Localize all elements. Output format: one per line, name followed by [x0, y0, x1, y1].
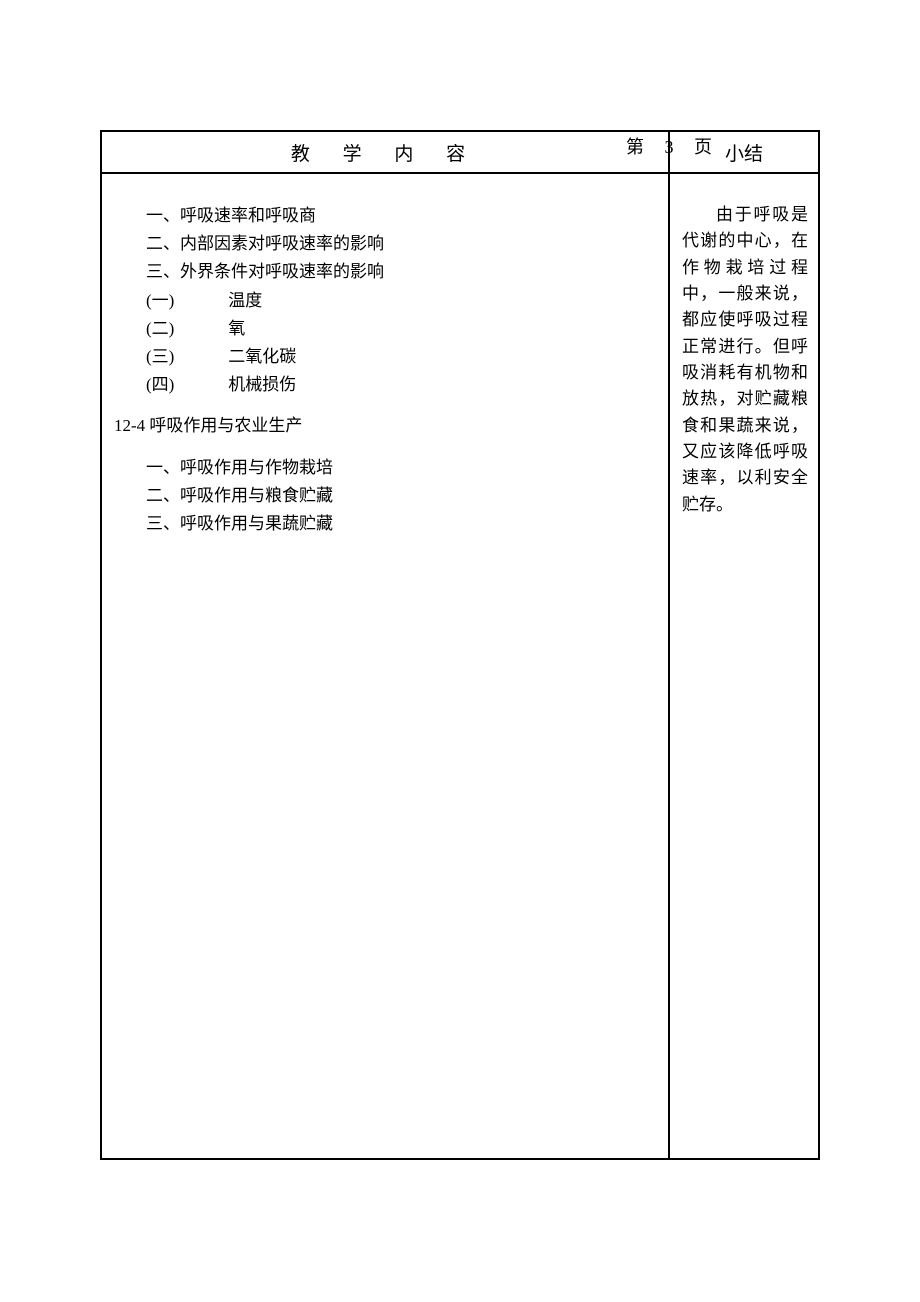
outline-item: 三、外界条件对呼吸速率的影响	[146, 258, 650, 285]
summary-cell: 由于呼吸是代谢的中心，在作物栽培过程中，一般来说，都应使呼吸过程正常进行。但呼吸…	[670, 174, 818, 1158]
sub-item-text: 温度	[228, 291, 262, 310]
table-content-row: 一、呼吸速率和呼吸商 二、内部因素对呼吸速率的影响 三、外界条件对呼吸速率的影响…	[102, 174, 818, 1158]
section-heading: 12-4 呼吸作用与农业生产	[114, 412, 650, 439]
outline-item: 一、呼吸速率和呼吸商	[146, 202, 650, 229]
summary-text: 由于呼吸是代谢的中心，在作物栽培过程中，一般来说，都应使呼吸过程正常进行。但呼吸…	[682, 202, 808, 518]
outline-sub-item: (四) 机械损伤	[146, 371, 650, 398]
sub-item-number: (四)	[146, 371, 224, 398]
outline-item: 三、呼吸作用与果蔬贮藏	[146, 510, 650, 537]
outline-sub-item: (三) 二氧化碳	[146, 343, 650, 370]
outline-item: 二、内部因素对呼吸速率的影响	[146, 230, 650, 257]
teaching-content-cell: 一、呼吸速率和呼吸商 二、内部因素对呼吸速率的影响 三、外界条件对呼吸速率的影响…	[102, 174, 670, 1158]
sub-item-number: (一)	[146, 287, 224, 314]
page-number: 第 3 页	[626, 133, 720, 159]
outline-item: 二、呼吸作用与粮食贮藏	[146, 482, 650, 509]
sub-item-number: (二)	[146, 315, 224, 342]
sub-item-text: 二氧化碳	[228, 347, 296, 366]
lesson-table: 教 学 内 容 小结 一、呼吸速率和呼吸商 二、内部因素对呼吸速率的影响 三、外…	[100, 130, 820, 1160]
header-teaching-content: 教 学 内 容	[102, 132, 670, 172]
outline-sub-item: (二) 氧	[146, 315, 650, 342]
sub-item-text: 机械损伤	[228, 375, 296, 394]
sub-item-text: 氧	[228, 319, 245, 338]
outline-item: 一、呼吸作用与作物栽培	[146, 454, 650, 481]
outline-sub-item: (一) 温度	[146, 287, 650, 314]
sub-item-number: (三)	[146, 343, 224, 370]
